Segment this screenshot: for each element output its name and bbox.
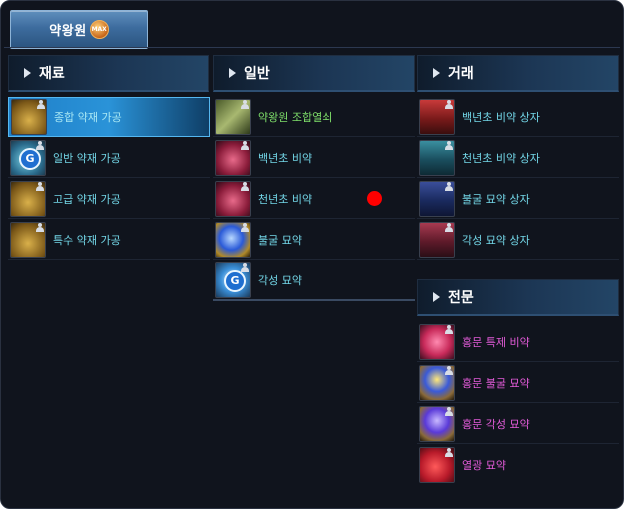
person-icon: [241, 181, 249, 191]
title-divider: [4, 47, 620, 48]
herb-bundle-icon: [10, 180, 46, 217]
person-icon: [445, 140, 453, 150]
maroon-chest-icon: [419, 221, 455, 258]
recipe-row-hongmun-indomitable[interactable]: 홍문 불굴 묘약: [417, 363, 619, 403]
recipe-row-hongmun-awakening[interactable]: 홍문 각성 묘약: [417, 404, 619, 444]
recipe-row-combined-herb[interactable]: 종합 약재 가공: [8, 97, 210, 137]
person-icon: [36, 181, 44, 191]
recipe-row-100yr-elixir[interactable]: 백년초 비약: [213, 138, 415, 178]
recipe-row-normal-herb[interactable]: G 일반 약재 가공: [8, 138, 210, 178]
category-header-expert: 전문: [417, 279, 619, 316]
recipe-row-advanced-herb[interactable]: 고급 약재 가공: [8, 179, 210, 219]
crafting-window: 약왕원 MAX 재료 종합 약재 가공 G 일반 약재 가공 고급 약재 가공 …: [0, 0, 624, 509]
person-icon: [445, 448, 453, 457]
recipe-label: 고급 약재 가공: [53, 192, 121, 206]
person-icon: [37, 100, 45, 109]
navy-chest-icon: [419, 180, 455, 217]
red-potion-icon: [215, 139, 251, 176]
recipe-label: 약왕원 조합열쇠: [258, 110, 333, 124]
category-label: 일반: [244, 66, 270, 82]
recipe-row-special-herb[interactable]: 특수 약재 가공: [8, 220, 210, 260]
category-header-trade: 거래: [417, 55, 619, 92]
person-icon: [36, 222, 44, 232]
recipe-row-frenzy-potion[interactable]: 열광 묘약: [417, 445, 619, 485]
recipe-row-combo-key[interactable]: 약왕원 조합열쇠: [213, 97, 415, 137]
recipe-label: 열광 묘약: [462, 459, 506, 472]
category-header-materials: 재료: [8, 55, 209, 92]
max-badge-icon: MAX: [89, 20, 109, 39]
category-header-general: 일반: [213, 55, 415, 92]
person-icon: [445, 324, 453, 334]
recipe-label: 천년초 비약 상자: [462, 151, 540, 165]
recipe-row-100yr-elixir-box[interactable]: 백년초 비약 상자: [417, 97, 619, 137]
person-icon: [241, 263, 249, 272]
person-icon: [445, 99, 453, 109]
recipe-row-1000yr-elixir[interactable]: 천년초 비약: [213, 179, 415, 219]
herb-bundle-icon: [11, 99, 47, 135]
recipe-label: 홍문 각성 묘약: [462, 417, 530, 431]
recipe-label: 특수 약재 가공: [53, 233, 121, 247]
recipe-label: 백년초 비약: [258, 151, 313, 165]
recipe-label: 일반 약재 가공: [53, 151, 121, 165]
red-apple-icon: [419, 447, 455, 483]
person-icon: [445, 222, 453, 232]
recipe-label: 홍문 불굴 묘약: [462, 376, 530, 390]
teal-chest-icon: [419, 139, 455, 176]
person-icon: [445, 365, 453, 375]
play-arrow-icon: [433, 292, 440, 302]
recipe-label: 각성 묘약: [258, 274, 302, 287]
golden-key-icon: [215, 98, 251, 135]
recipe-label: 천년초 비약: [258, 192, 313, 206]
category-label: 재료: [39, 66, 65, 82]
recipe-row-hongmun-special[interactable]: 홍문 특제 비약: [417, 322, 619, 362]
g-orb-icon: G: [215, 262, 251, 298]
lamp-orb-icon: [419, 364, 455, 401]
person-icon: [241, 140, 249, 150]
person-icon: [445, 181, 453, 191]
blue-orb-icon: [215, 221, 251, 258]
person-icon: [241, 222, 249, 232]
tab-label: 약왕원: [49, 24, 87, 39]
recipe-row-1000yr-elixir-box[interactable]: 천년초 비약 상자: [417, 138, 619, 178]
person-icon: [36, 140, 44, 150]
red-potion-icon: [215, 180, 251, 217]
person-icon: [445, 406, 453, 416]
play-arrow-icon: [433, 68, 440, 78]
play-arrow-icon: [229, 68, 236, 78]
recipe-label: 각성 묘약 상자: [462, 233, 530, 247]
red-chest-icon: [419, 98, 455, 135]
pink-heart-potion-icon: [419, 323, 455, 360]
play-arrow-icon: [24, 68, 31, 78]
recipe-label: 종합 약재 가공: [54, 111, 122, 124]
recipe-row-awakening-potion[interactable]: G 각성 묘약: [213, 261, 415, 301]
recipe-row-indomitable-box[interactable]: 불굴 묘약 상자: [417, 179, 619, 219]
recipe-label: 백년초 비약 상자: [462, 110, 540, 124]
tab-yakwangwon[interactable]: 약왕원 MAX: [10, 10, 148, 49]
recipe-row-awakening-box[interactable]: 각성 묘약 상자: [417, 220, 619, 260]
person-icon: [241, 99, 249, 109]
recipe-label: 불굴 묘약: [258, 233, 302, 247]
g-orb-icon: G: [10, 139, 46, 176]
purple-orb-icon: [419, 405, 455, 442]
herb-bundle-icon: [10, 221, 46, 258]
recipe-label: 홍문 특제 비약: [462, 335, 530, 349]
category-label: 거래: [448, 66, 474, 82]
category-label: 전문: [448, 290, 474, 306]
red-marker-dot: [367, 191, 382, 206]
recipe-label: 불굴 묘약 상자: [462, 192, 530, 206]
recipe-row-indomitable-potion[interactable]: 불굴 묘약: [213, 220, 415, 260]
